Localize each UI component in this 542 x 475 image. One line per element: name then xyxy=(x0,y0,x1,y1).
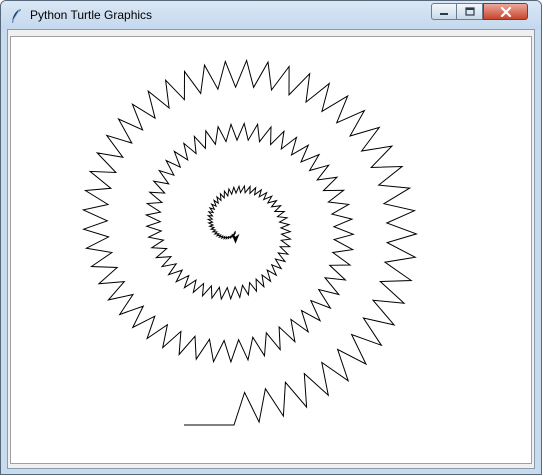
app-window: Python Turtle Graphics xyxy=(0,0,542,475)
maximize-icon xyxy=(464,7,475,16)
spiral-path xyxy=(81,58,418,426)
turtle-arrow-icon xyxy=(231,233,240,244)
feather-icon xyxy=(11,8,21,23)
turtle-drawing xyxy=(81,58,418,426)
close-button[interactable] xyxy=(483,3,528,20)
minimize-button[interactable] xyxy=(431,3,457,20)
window-title: Python Turtle Graphics xyxy=(30,8,153,22)
maximize-button[interactable] xyxy=(457,3,483,20)
close-icon xyxy=(500,6,511,17)
minimize-icon xyxy=(440,12,448,15)
turtle-canvas[interactable] xyxy=(10,36,532,464)
title-bar[interactable]: Python Turtle Graphics xyxy=(1,1,541,29)
